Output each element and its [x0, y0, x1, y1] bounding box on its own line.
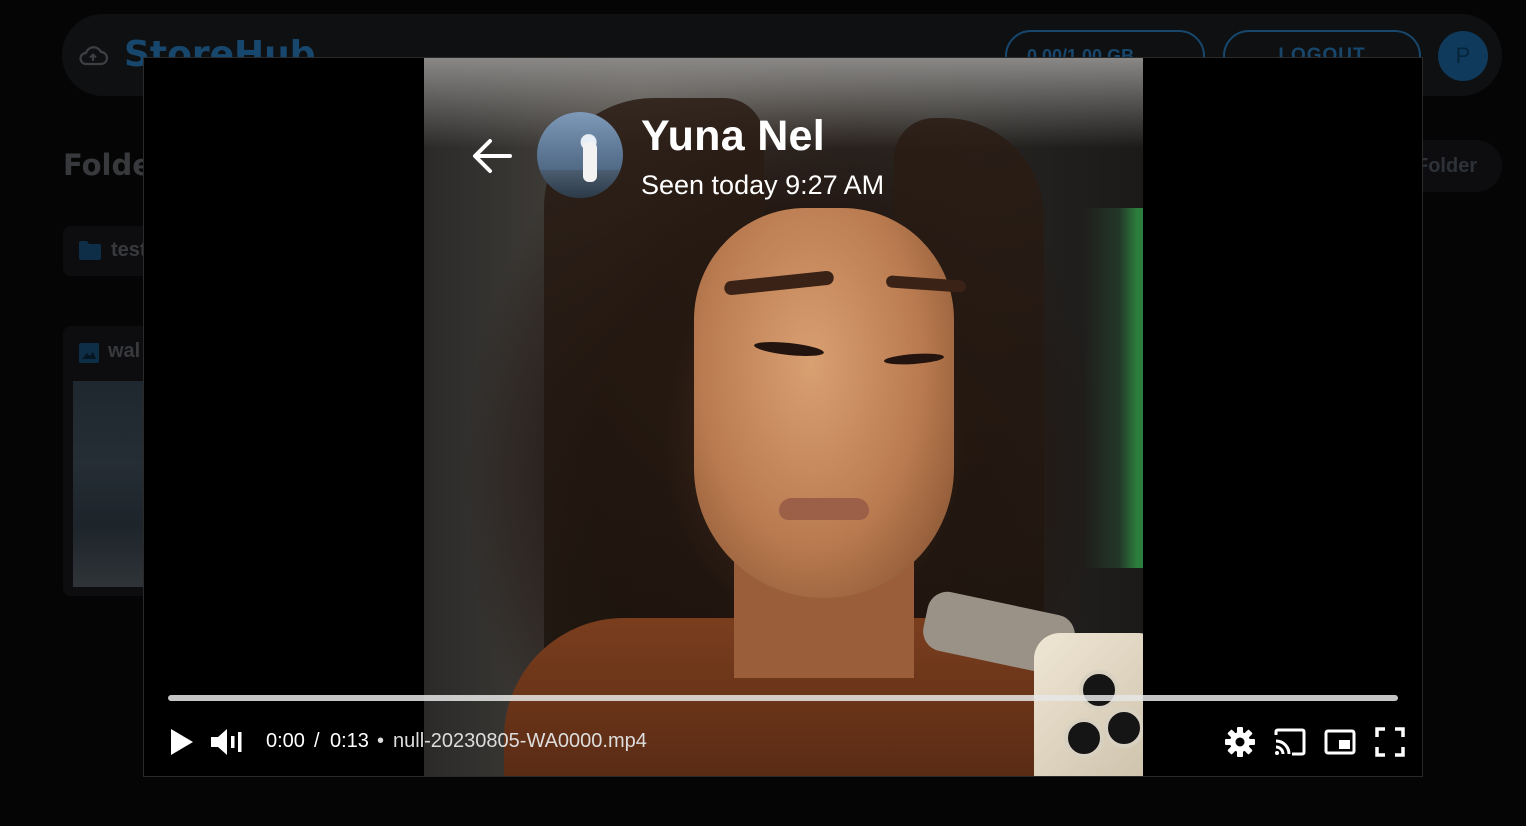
frame-face [694, 208, 954, 598]
video-frame[interactable]: Yuna Nel Seen today 9:27 AM [424, 58, 1143, 776]
video-player-modal: Yuna Nel Seen today 9:27 AM 0:00 / 0:13 … [143, 57, 1423, 777]
back-arrow-icon [473, 139, 512, 173]
current-time: 0:00 [266, 730, 305, 752]
title-separator: • [377, 730, 385, 752]
avatar-figure [583, 142, 597, 182]
contact-name: Yuna Nel [641, 112, 826, 160]
contact-avatar [537, 112, 623, 198]
volume-icon[interactable] [208, 724, 244, 760]
play-icon[interactable] [162, 724, 198, 760]
cast-icon[interactable] [1272, 724, 1308, 760]
frame-background-light [1083, 208, 1143, 568]
frame-phone-camera [1079, 670, 1119, 710]
picture-in-picture-icon[interactable] [1322, 724, 1358, 760]
contact-status: Seen today 9:27 AM [641, 170, 885, 200]
video-file-name: null-20230805-WA0000.mp4 [393, 730, 647, 752]
frame-phone-camera [1104, 708, 1143, 748]
frame-lips [779, 498, 869, 520]
fullscreen-icon[interactable] [1372, 724, 1408, 760]
gear-icon[interactable] [1222, 724, 1258, 760]
avatar-city [537, 170, 623, 198]
time-separator: / [314, 730, 320, 752]
frame-phone-camera [1064, 718, 1104, 758]
duration: 0:13 [330, 730, 369, 752]
progress-bar[interactable] [168, 695, 1398, 701]
